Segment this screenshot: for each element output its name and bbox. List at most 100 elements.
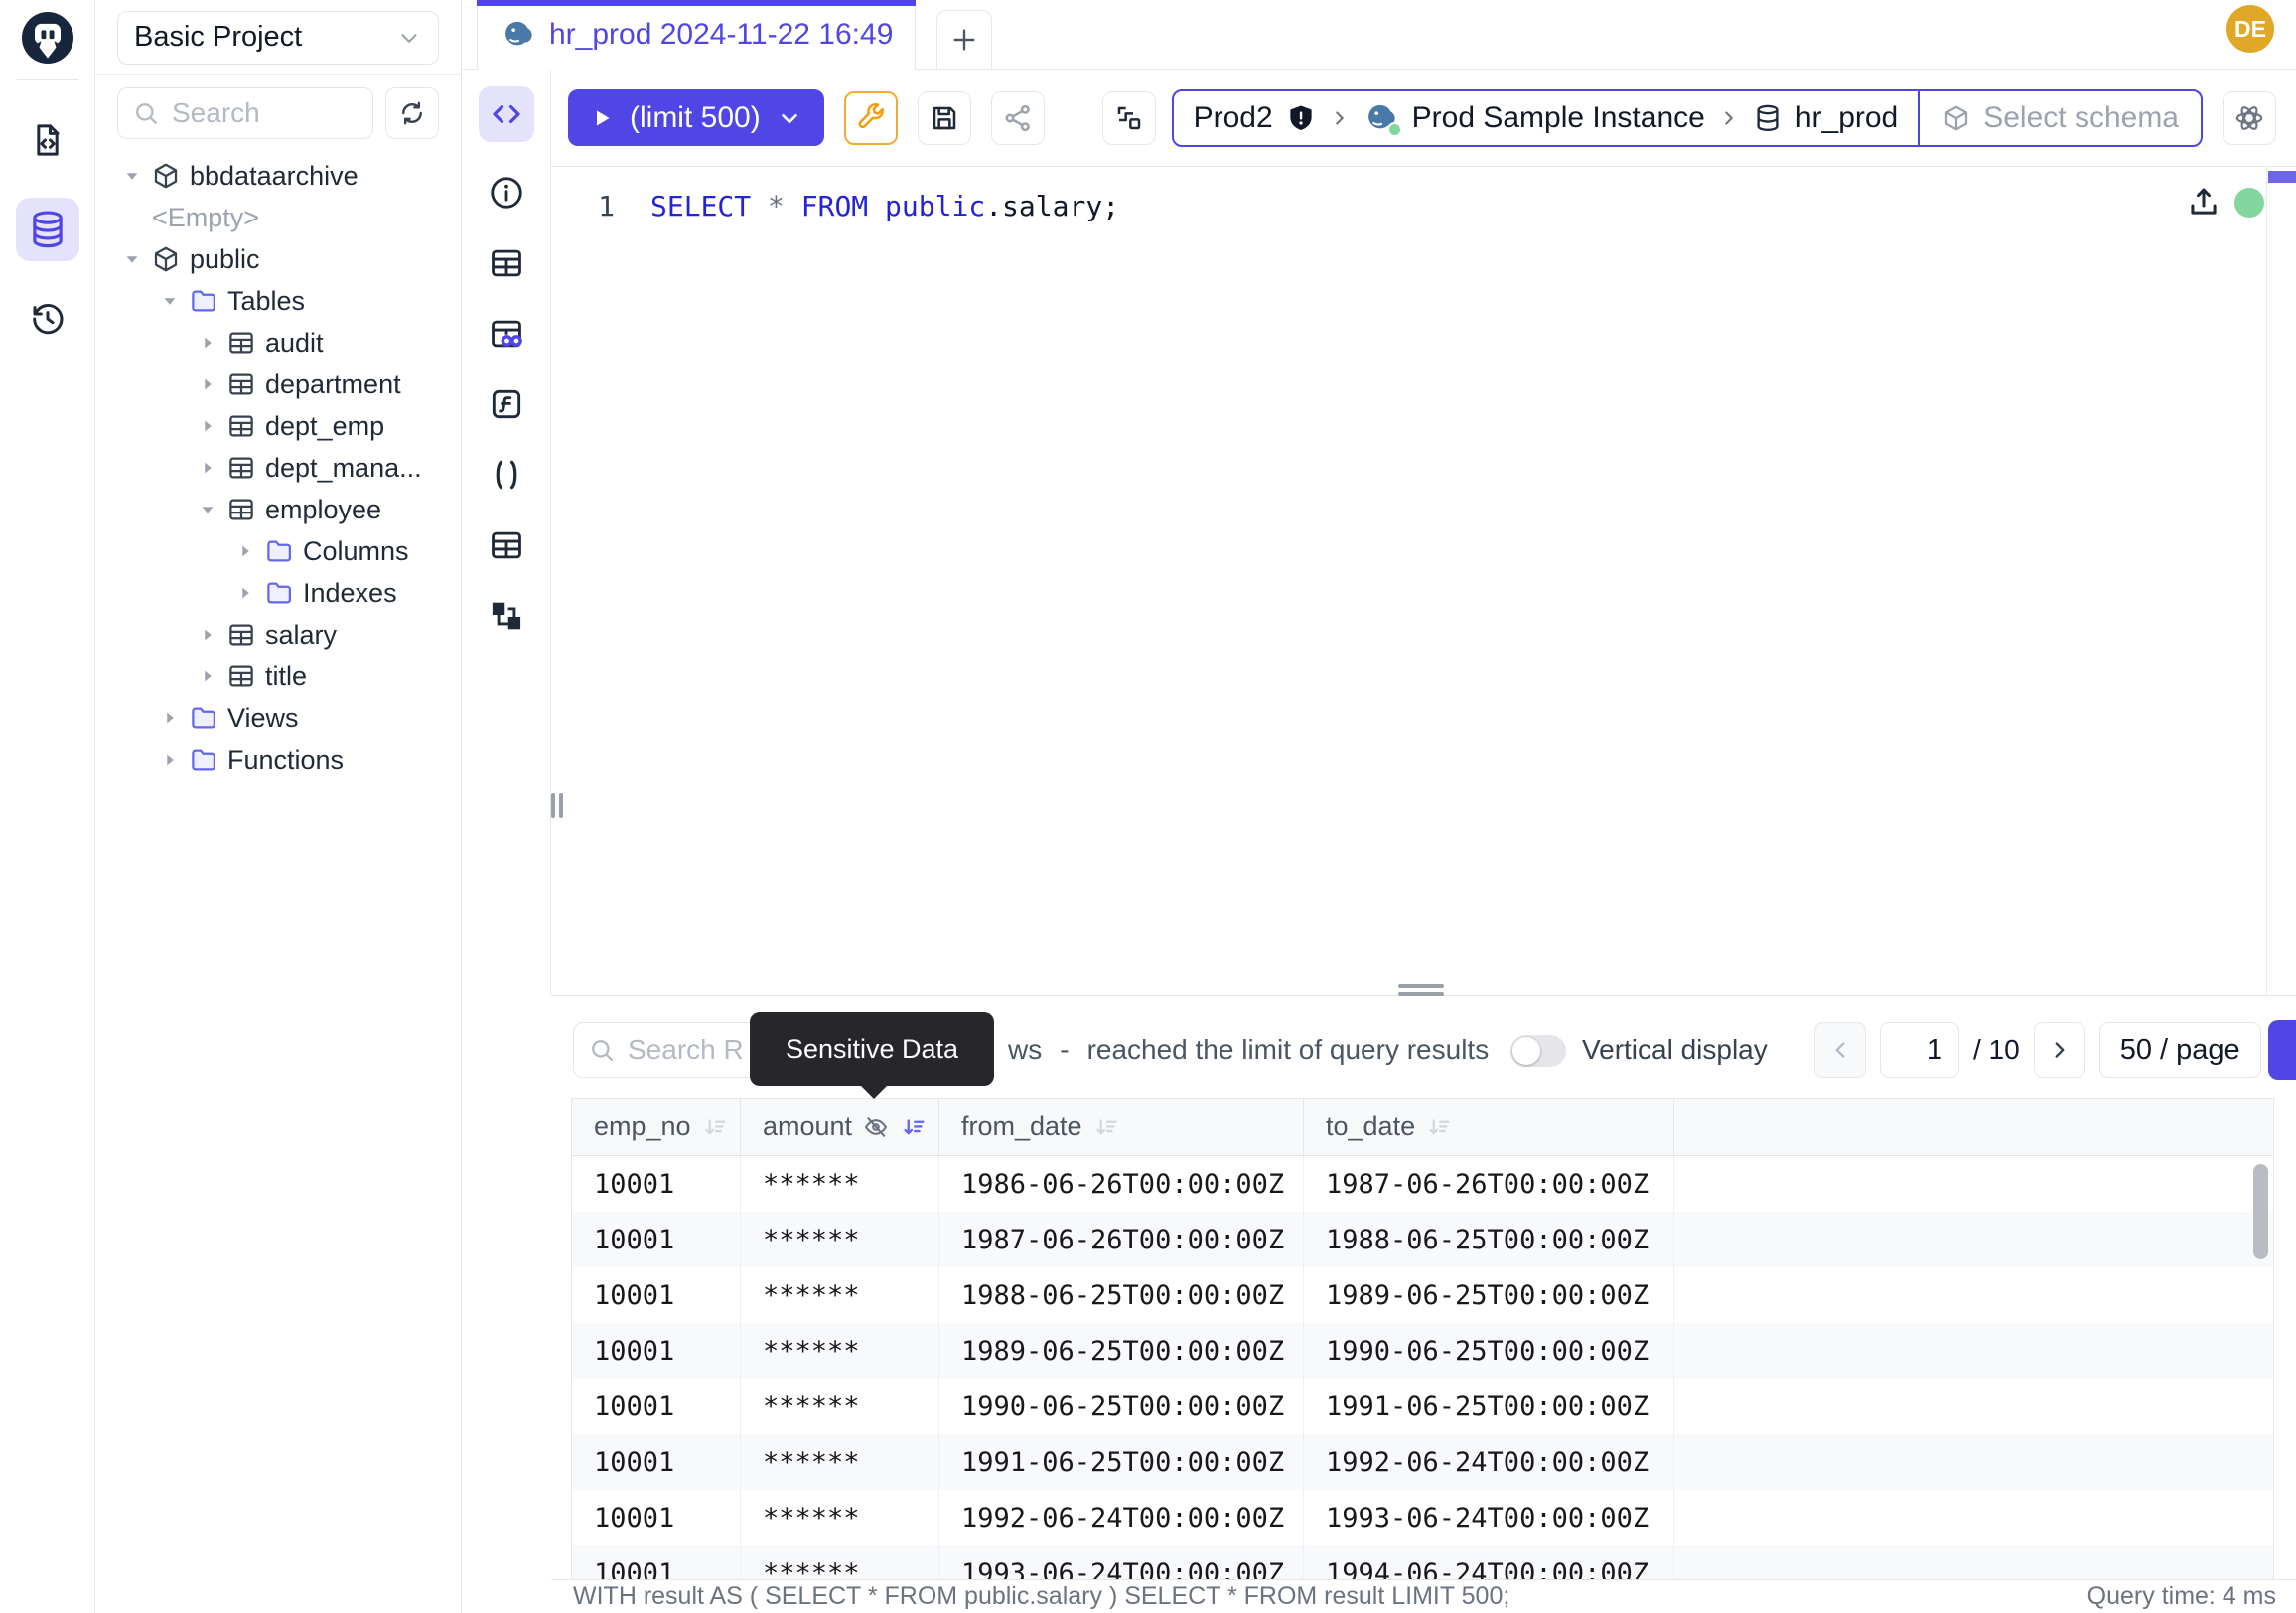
- grid-cell[interactable]: 1989-06-25T00:00:00Z: [939, 1323, 1304, 1379]
- caret-right-icon[interactable]: [195, 371, 220, 397]
- grid-cell[interactable]: ******: [741, 1323, 939, 1379]
- tree-item-public[interactable]: public: [95, 238, 461, 280]
- format-sql-button[interactable]: [844, 91, 898, 145]
- rail-item-database[interactable]: [16, 198, 79, 261]
- grid-cell[interactable]: 1990-06-25T00:00:00Z: [1304, 1323, 1674, 1379]
- eye-off-icon[interactable]: [862, 1113, 890, 1141]
- sort-icon[interactable]: [701, 1113, 729, 1141]
- tree-item-salary[interactable]: salary: [95, 614, 461, 656]
- parameters-panel-button[interactable]: [487, 455, 526, 495]
- grid-cell[interactable]: 1987-06-26T00:00:00Z: [1304, 1156, 1674, 1212]
- grid-cell[interactable]: ******: [741, 1267, 939, 1323]
- grid-cell[interactable]: 10001: [572, 1490, 741, 1545]
- masked-data-panel-button[interactable]: [487, 314, 526, 354]
- grid-cell[interactable]: 1986-06-26T00:00:00Z: [939, 1156, 1304, 1212]
- column-header-from_date[interactable]: from_date: [939, 1099, 1304, 1155]
- tab-hr-prod[interactable]: hr_prod 2024-11-22 16:49: [477, 0, 916, 70]
- grid-cell[interactable]: 1987-06-26T00:00:00Z: [939, 1212, 1304, 1267]
- caret-right-icon[interactable]: [195, 330, 220, 356]
- sql-editor[interactable]: 1 SELECT * FROM public.salary;: [551, 167, 2296, 995]
- chevron-down-icon[interactable]: [777, 105, 802, 131]
- grid-cell[interactable]: 10001: [572, 1323, 741, 1379]
- export-button-clipped[interactable]: [2268, 1020, 2296, 1080]
- sheet-panel-button[interactable]: [487, 525, 526, 565]
- tree-item-columns[interactable]: Columns: [95, 530, 461, 572]
- batch-query-button[interactable]: [1102, 91, 1156, 145]
- grid-cell[interactable]: 10001: [572, 1267, 741, 1323]
- caret-right-icon[interactable]: [157, 705, 183, 731]
- grid-cell[interactable]: 1994-06-24T00:00:00Z: [1304, 1545, 1674, 1579]
- ai-assistant-button[interactable]: [2223, 91, 2276, 145]
- grid-cell[interactable]: 1991-06-25T00:00:00Z: [939, 1434, 1304, 1490]
- tree-item-department[interactable]: department: [95, 364, 461, 405]
- grid-cell[interactable]: 10001: [572, 1434, 741, 1490]
- grid-cell[interactable]: 1990-06-25T00:00:00Z: [939, 1379, 1304, 1434]
- caret-right-icon[interactable]: [195, 455, 220, 481]
- caret-down-icon[interactable]: [195, 497, 220, 522]
- grid-cell[interactable]: 10001: [572, 1156, 741, 1212]
- next-page-button[interactable]: [2034, 1022, 2085, 1078]
- tree-item-employee[interactable]: employee: [95, 489, 461, 530]
- share-button[interactable]: [991, 91, 1045, 145]
- run-query-button[interactable]: (limit 500): [568, 89, 824, 146]
- caret-right-icon[interactable]: [195, 413, 220, 439]
- sort-icon[interactable]: [1092, 1113, 1120, 1141]
- upload-icon[interactable]: [2185, 183, 2223, 220]
- tree-item-title[interactable]: title: [95, 656, 461, 697]
- caret-down-icon[interactable]: [157, 288, 183, 314]
- info-panel-button[interactable]: [487, 173, 526, 213]
- avatar[interactable]: DE: [2226, 5, 2274, 53]
- tables-panel-button[interactable]: [487, 243, 526, 283]
- caret-right-icon[interactable]: [232, 580, 258, 606]
- sort-icon[interactable]: [1425, 1113, 1453, 1141]
- editor-scrollbar[interactable]: [2266, 167, 2267, 995]
- grid-cell[interactable]: ******: [741, 1379, 939, 1434]
- grid-cell[interactable]: 10001: [572, 1545, 741, 1579]
- tree-item-empty[interactable]: <Empty>: [95, 197, 461, 238]
- column-header-amount[interactable]: amount: [741, 1099, 939, 1155]
- refresh-button[interactable]: [385, 87, 439, 139]
- sidebar-search-input[interactable]: [172, 97, 359, 129]
- grid-cell[interactable]: ******: [741, 1156, 939, 1212]
- grid-cell[interactable]: ******: [741, 1545, 939, 1579]
- grid-cell[interactable]: 1988-06-25T00:00:00Z: [939, 1267, 1304, 1323]
- grid-cell[interactable]: 1989-06-25T00:00:00Z: [1304, 1267, 1674, 1323]
- tree-item-dept-emp[interactable]: dept_emp: [95, 405, 461, 447]
- tree-item-dept-mana[interactable]: dept_mana...: [95, 447, 461, 489]
- bytebase-logo[interactable]: [22, 12, 73, 64]
- prev-page-button[interactable]: [1814, 1022, 1866, 1078]
- grid-cell[interactable]: 1991-06-25T00:00:00Z: [1304, 1379, 1674, 1434]
- grid-scrollbar-thumb[interactable]: [2253, 1164, 2268, 1259]
- caret-right-icon[interactable]: [195, 663, 220, 689]
- functions-panel-button[interactable]: [487, 384, 526, 424]
- tree-item-indexes[interactable]: Indexes: [95, 572, 461, 614]
- grid-cell[interactable]: 10001: [572, 1379, 741, 1434]
- code-panel-button[interactable]: [479, 86, 534, 142]
- tree-item-tables[interactable]: Tables: [95, 280, 461, 322]
- sort-icon[interactable]: [900, 1113, 928, 1141]
- column-header-emp_no[interactable]: emp_no: [572, 1099, 741, 1155]
- tree-item-views[interactable]: Views: [95, 697, 461, 739]
- sidebar-resize-handle[interactable]: [542, 791, 572, 820]
- caret-right-icon[interactable]: [157, 747, 183, 773]
- column-header-to_date[interactable]: to_date: [1304, 1099, 1674, 1155]
- new-tab-button[interactable]: [936, 10, 992, 69]
- rail-item-worksheet[interactable]: [16, 108, 79, 172]
- select-schema-button[interactable]: Select schema: [1920, 91, 2201, 145]
- caret-down-icon[interactable]: [119, 163, 145, 189]
- caret-right-icon[interactable]: [195, 622, 220, 648]
- grid-cell[interactable]: ******: [741, 1490, 939, 1545]
- grid-cell[interactable]: 1993-06-24T00:00:00Z: [939, 1545, 1304, 1579]
- grid-cell[interactable]: 10001: [572, 1212, 741, 1267]
- project-selector[interactable]: Basic Project: [117, 11, 439, 65]
- grid-cell[interactable]: ******: [741, 1434, 939, 1490]
- connection-target[interactable]: Prod2 Prod Sample Instance: [1174, 91, 1919, 145]
- sidebar-search-box[interactable]: [117, 87, 373, 139]
- grid-cell[interactable]: 1988-06-25T00:00:00Z: [1304, 1212, 1674, 1267]
- caret-right-icon[interactable]: [232, 538, 258, 564]
- grid-cell[interactable]: 1993-06-24T00:00:00Z: [1304, 1490, 1674, 1545]
- page-number-input[interactable]: [1880, 1022, 1959, 1078]
- grid-cell[interactable]: 1992-06-24T00:00:00Z: [1304, 1434, 1674, 1490]
- tree-item-functions[interactable]: Functions: [95, 739, 461, 781]
- grid-cell[interactable]: 1992-06-24T00:00:00Z: [939, 1490, 1304, 1545]
